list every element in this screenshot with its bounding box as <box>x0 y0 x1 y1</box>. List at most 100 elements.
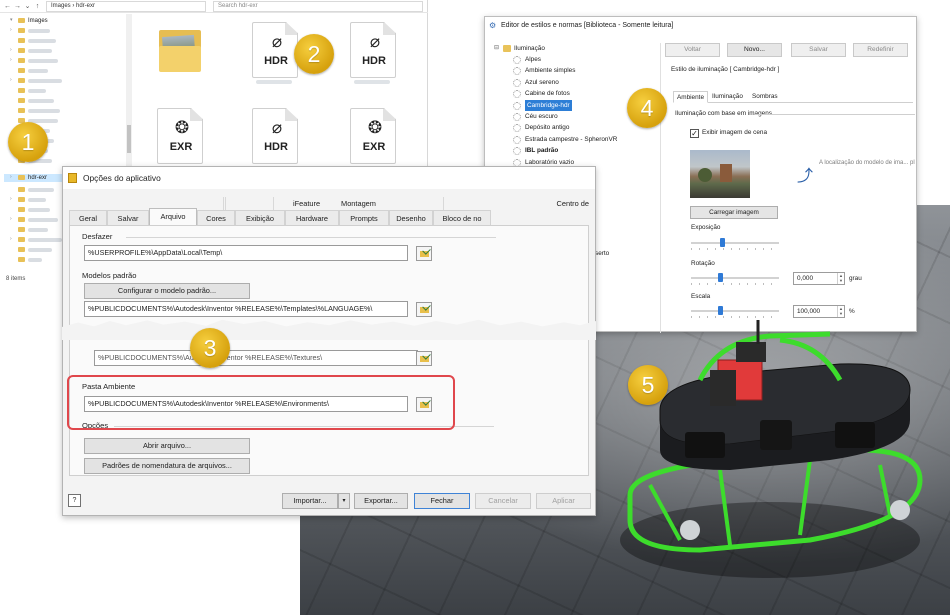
tree-item[interactable]: › <box>4 77 124 85</box>
tab-hardware[interactable]: Hardware <box>285 210 339 225</box>
tab-prompts[interactable]: Prompts <box>339 210 389 225</box>
tree-item-label: Estrada campestre - SpheronVR <box>525 135 618 143</box>
divider <box>126 237 496 238</box>
up-icon[interactable]: ↑ <box>33 2 42 11</box>
tree-scrollbar-thumb[interactable] <box>127 125 131 153</box>
folder-icon <box>18 58 25 63</box>
tree-item-images[interactable]: ▾ Images <box>4 17 124 25</box>
tree-item-style[interactable]: Estrada campestre - SpheronVR <box>491 134 660 145</box>
tab-iluminacao[interactable]: Iluminação <box>709 91 746 103</box>
rotation-input[interactable]: 0,000 ▲ ▼ <box>793 272 845 285</box>
browse-templates-icon[interactable] <box>416 302 432 317</box>
tree-item[interactable] <box>4 37 124 45</box>
tab-exibicao[interactable]: Exibição <box>235 210 285 225</box>
fan-right <box>835 422 875 448</box>
tree-item[interactable] <box>4 107 124 115</box>
editor-tabs: Ambiente Iluminação Sombras <box>673 91 913 103</box>
image-folder-thumbnail[interactable] <box>155 22 205 78</box>
aperture-icon: ❂ <box>174 118 190 137</box>
scene-image-preview <box>690 150 750 198</box>
tree-item-label: Cabine de fotos <box>525 90 570 98</box>
forward-icon[interactable]: → <box>13 2 22 11</box>
save-button[interactable]: Salvar <box>791 43 846 57</box>
tab-arquivo[interactable]: Arquivo <box>149 208 197 225</box>
pad-left <box>680 520 700 540</box>
pad-right <box>890 500 910 520</box>
folder-icon <box>18 38 25 43</box>
folder-icon <box>18 237 25 242</box>
show-scene-checkbox[interactable]: ✓ <box>690 129 699 138</box>
configure-templates-button[interactable]: Configurar o modelo padrão... <box>84 283 250 299</box>
tree-item[interactable]: › <box>4 57 124 65</box>
textures-path-field[interactable]: %PUBLICDOCUMENTS%\Autodesk\Inventor %REL… <box>94 350 418 366</box>
tree-item-label: Cambridge-hdr <box>525 99 572 111</box>
tab-ambiente[interactable]: Ambiente <box>673 91 708 103</box>
back-icon[interactable]: ← <box>3 2 12 11</box>
search-input[interactable]: Search hdr-exr <box>213 1 423 12</box>
style-title: Estilo de iluminação [ Cambridge-hdr ] <box>671 66 780 73</box>
apply-button[interactable]: Aplicar <box>536 493 591 509</box>
back-button[interactable]: Voltar <box>665 43 720 57</box>
import-dropdown-icon[interactable]: ▾ <box>338 493 350 509</box>
tree-item[interactable]: › <box>4 47 124 55</box>
rotation-label: Rotação <box>691 260 715 267</box>
step-badge-4: 4 <box>627 88 667 128</box>
file-exr[interactable]: ❂ EXR <box>155 108 205 170</box>
tree-item[interactable]: › <box>4 27 124 35</box>
browse-textures-icon[interactable] <box>416 351 432 366</box>
tab-cores[interactable]: Cores <box>197 210 235 225</box>
group-tab-centro[interactable]: Centro de <box>443 197 593 210</box>
folder-icon <box>18 88 25 93</box>
tab-bloco-de-notas[interactable]: Bloco de no <box>433 210 491 225</box>
light-bulb-icon <box>513 147 521 156</box>
close-button[interactable]: Fechar <box>414 493 470 509</box>
tab-sombras[interactable]: Sombras <box>749 91 781 103</box>
open-file-button[interactable]: Abrir arquivo... <box>84 438 250 454</box>
cancel-button[interactable]: Cancelar <box>475 493 531 509</box>
tree-item[interactable] <box>4 97 124 105</box>
rotation-slider[interactable] <box>691 273 779 285</box>
import-button[interactable]: Importar... <box>282 493 338 509</box>
new-button[interactable]: Novo... <box>727 43 782 57</box>
scale-label: Escala <box>691 293 711 300</box>
address-bar[interactable]: Images › hdr-exr <box>46 1 206 12</box>
browse-undo-icon[interactable] <box>416 246 432 261</box>
scale-slider[interactable] <box>691 306 779 318</box>
folder-icon <box>18 108 25 113</box>
reset-button[interactable]: Redefinir <box>853 43 908 57</box>
group-tab-montagem-label[interactable]: Montagem <box>273 197 443 210</box>
folder-icon <box>18 257 25 262</box>
tree-item-style[interactable]: IBL padrão <box>491 145 660 156</box>
hovercraft-machine-render <box>620 320 923 578</box>
divider <box>755 114 915 115</box>
location-description: A localização do modelo de ima... plano … <box>819 160 915 166</box>
export-button[interactable]: Exportar... <box>354 493 408 509</box>
file-exr[interactable]: ❂ EXR <box>348 108 398 170</box>
naming-standards-button[interactable]: Padrões de nomendatura de arquivos... <box>84 458 250 474</box>
tree-item-style[interactable]: Alpes <box>491 54 660 65</box>
tree-item[interactable] <box>4 67 124 75</box>
tree-item[interactable] <box>4 87 124 95</box>
file-hdr[interactable]: ⌀ HDR <box>348 22 398 84</box>
exposure-slider[interactable] <box>691 238 779 250</box>
folder-icon <box>18 217 25 222</box>
tree-item-style[interactable]: Ambiente simples <box>491 65 660 76</box>
file-hdr[interactable]: ⌀ HDR <box>250 22 300 84</box>
undo-path-field[interactable]: %USERPROFILE%\AppData\Local\Temp\ <box>84 245 408 261</box>
tab-salvar[interactable]: Salvar <box>107 210 149 225</box>
tab-desenho[interactable]: Desenho <box>389 210 433 225</box>
help-icon[interactable]: ? <box>68 494 81 507</box>
tree-item-lighting[interactable]: ⊟ Iluminação <box>491 43 660 54</box>
templates-path-field[interactable]: %PUBLICDOCUMENTS%\Autodesk\Inventor %REL… <box>84 301 408 317</box>
light-bulb-icon <box>513 135 521 144</box>
tree-item-label: Céu escuro <box>525 113 558 120</box>
fan-center <box>760 420 792 450</box>
tree-item-style[interactable]: Azul sereno <box>491 77 660 88</box>
folder-icon <box>18 78 25 83</box>
recent-dropdown-icon[interactable]: ⌄ <box>23 2 32 11</box>
file-hdr[interactable]: ⌀ HDR <box>250 108 300 170</box>
scale-input[interactable]: 100,000 ▲ ▼ <box>793 305 845 318</box>
tab-geral[interactable]: Geral <box>69 210 107 225</box>
options-title-bar: Opções do aplicativo <box>63 167 595 189</box>
load-image-button[interactable]: Carregar imagem <box>690 206 778 219</box>
